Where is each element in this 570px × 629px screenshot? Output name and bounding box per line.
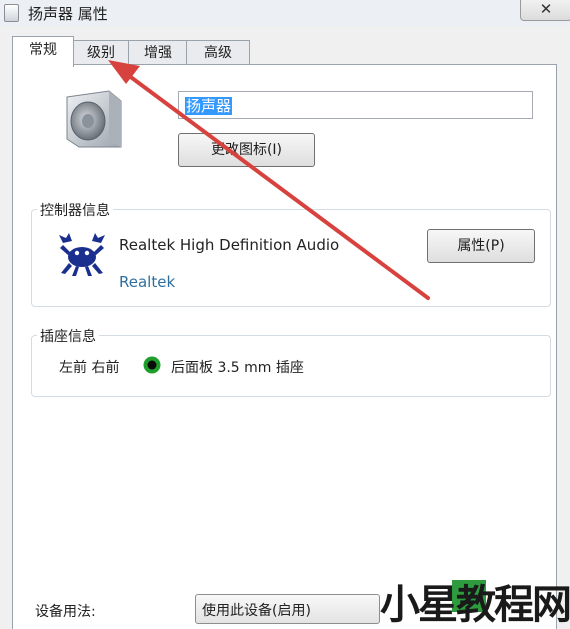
close-button[interactable]: ✕ <box>520 0 570 21</box>
tab-advanced[interactable]: 高级 <box>186 40 250 65</box>
title-bar: 扬声器 属性 ✕ <box>0 0 570 26</box>
device-usage-label: 设备用法: <box>35 604 96 620</box>
jack-description: 后面板 3.5 mm 插座 <box>171 360 304 376</box>
window-title: 扬声器 属性 <box>28 5 108 23</box>
window-app-icon <box>4 4 19 22</box>
watermark: 小星教程网 <box>378 580 570 628</box>
jack-channels: 左前 右前 <box>59 360 120 376</box>
change-icon-button[interactable]: 更改图标(I) <box>178 133 315 167</box>
realtek-crab-logo-icon <box>59 233 105 276</box>
device-usage-selected: 使用此设备(启用) <box>202 603 311 619</box>
device-name-input[interactable]: 扬声器 <box>178 91 533 119</box>
watermark-text: 小星教程网 <box>380 582 570 628</box>
tab-general[interactable]: 常规 <box>12 36 74 67</box>
general-tab-panel: 扬声器 更改图标(I) 控制器信息 Realtek High Definitio… <box>12 64 557 629</box>
tab-enhancements[interactable]: 增强 <box>128 40 188 65</box>
tab-levels[interactable]: 级别 <box>72 40 130 65</box>
jack-info-title: 插座信息 <box>37 326 99 346</box>
green-jack-icon <box>143 356 161 374</box>
device-name-value: 扬声器 <box>185 97 233 115</box>
speaker-icon <box>66 90 122 148</box>
controller-manufacturer-link[interactable]: Realtek <box>119 273 175 291</box>
controller-device-name: Realtek High Definition Audio <box>119 236 340 254</box>
properties-button[interactable]: 属性(P) <box>427 229 535 263</box>
controller-info-title: 控制器信息 <box>37 200 113 220</box>
device-usage-select[interactable]: 使用此设备(启用) <box>195 594 380 624</box>
